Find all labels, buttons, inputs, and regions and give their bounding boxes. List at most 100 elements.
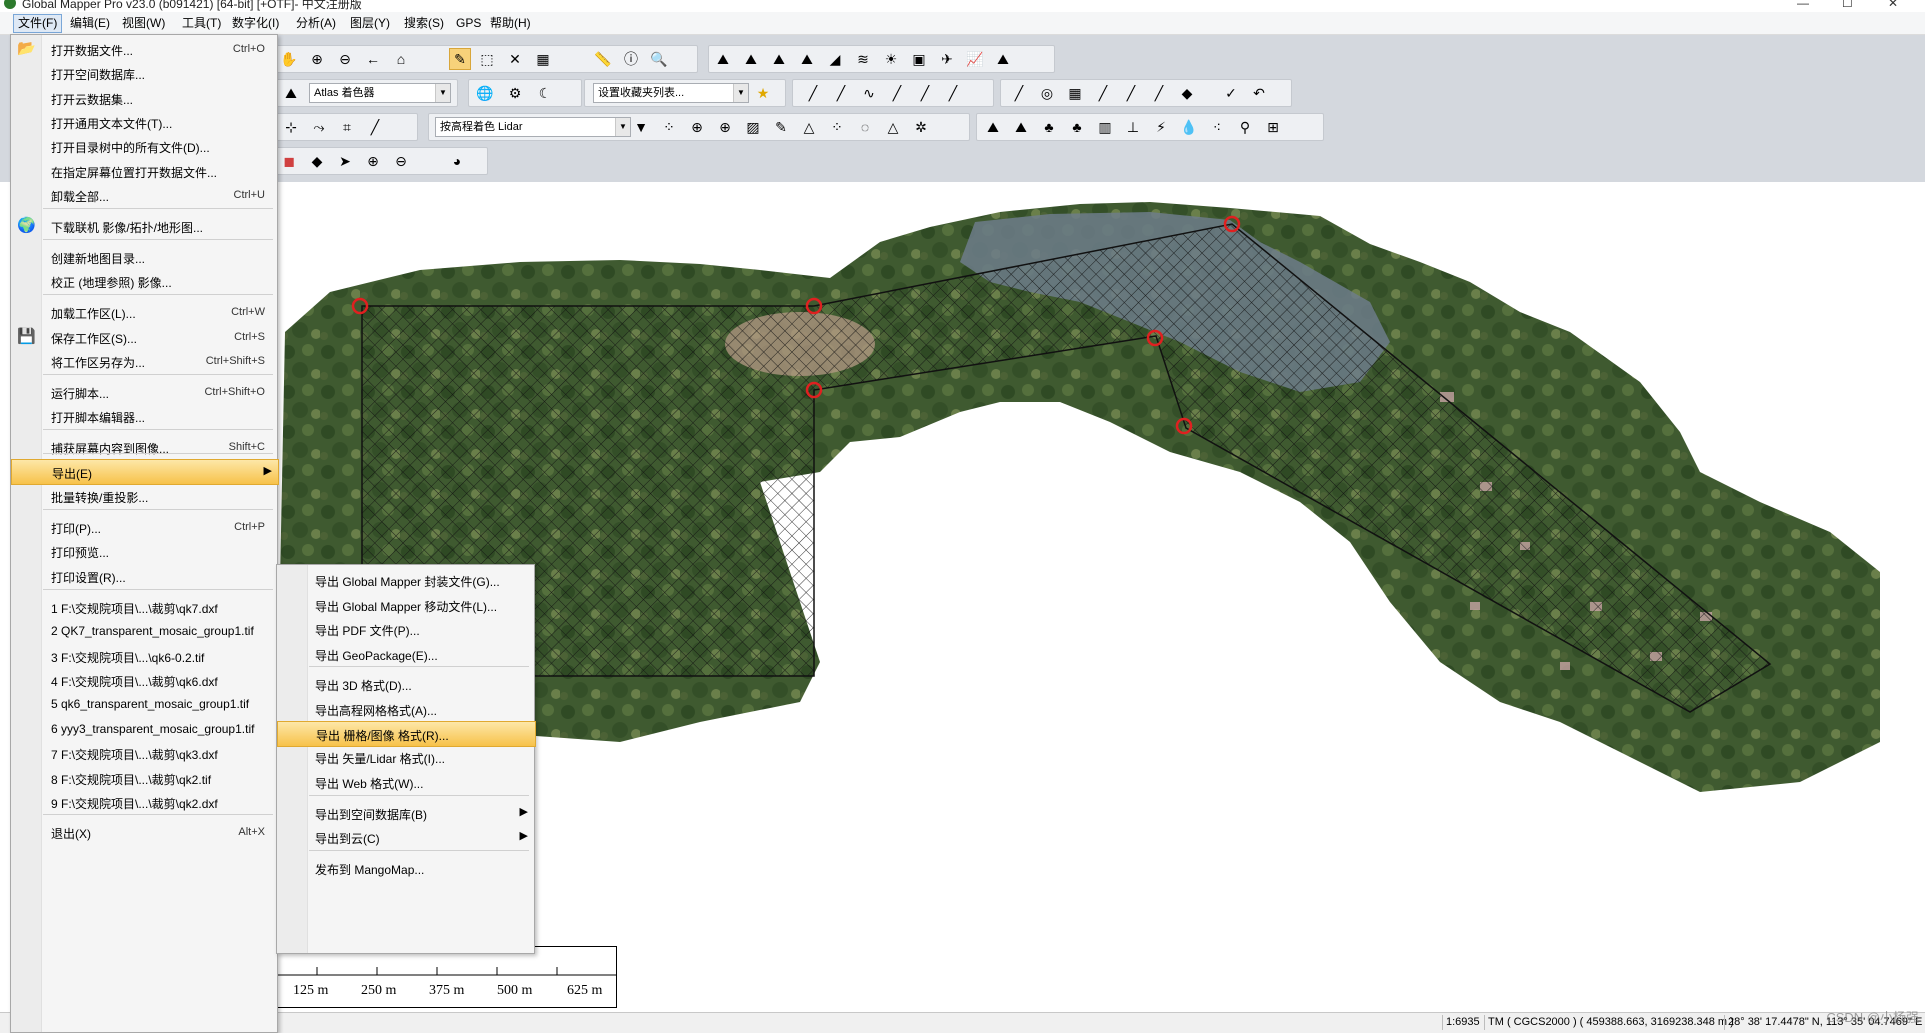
export-submenu-item[interactable]: 导出到空间数据库(B) ▶ bbox=[277, 801, 534, 825]
export-submenu-item[interactable]: 导出 3D 格式(D)... bbox=[277, 672, 534, 696]
draw-edit-icon[interactable]: ╱ bbox=[943, 83, 963, 103]
gps-stop-icon[interactable]: ◼ bbox=[279, 151, 299, 171]
menu-help[interactable]: 帮助(H) bbox=[486, 15, 535, 32]
class-low-veg-icon[interactable]: ♣ bbox=[1039, 117, 1059, 137]
zoom-in-icon[interactable]: ⊕ bbox=[307, 49, 327, 69]
menu-view[interactable]: 视图(W) bbox=[118, 15, 169, 32]
class-pole-icon[interactable]: ⊥ bbox=[1123, 117, 1143, 137]
lidar-search-icon[interactable]: ⊕ bbox=[715, 117, 735, 137]
file-menu-item[interactable]: 捕获屏幕内容到图像... Shift+C bbox=[11, 435, 277, 459]
file-menu-item[interactable]: 导出(E) ▶ bbox=[11, 459, 279, 485]
menu-file[interactable]: 文件(F) bbox=[13, 14, 63, 33]
file-menu-item[interactable]: 退出(X) Alt+X bbox=[11, 820, 277, 844]
shapes-icon[interactable]: ◆ bbox=[1177, 83, 1197, 103]
menu-search[interactable]: 搜索(S) bbox=[400, 15, 448, 32]
zoom-out-icon[interactable]: ⊖ bbox=[335, 49, 355, 69]
export-submenu-item[interactable]: 发布到 MangoMap... bbox=[277, 856, 534, 880]
class-ground-icon[interactable]: ⛰ bbox=[1011, 117, 1031, 137]
feature-info-icon[interactable]: ⓘ bbox=[621, 49, 641, 69]
file-menu-item[interactable]: 打开空间数据库... bbox=[11, 61, 277, 85]
gps-vessel-icon[interactable]: ◆ bbox=[307, 151, 327, 171]
gps-add-icon[interactable]: ⊕ bbox=[363, 151, 383, 171]
file-menu-item[interactable]: 🌍 下载联机 影像/拓扑/地形图... bbox=[11, 214, 277, 238]
file-menu-item[interactable]: 4 F:\交规院项目\...\裁剪\qk6.dxf bbox=[11, 668, 277, 692]
class-key-icon[interactable]: ⚲ bbox=[1235, 117, 1255, 137]
class-water-icon[interactable]: 💧 bbox=[1179, 117, 1199, 137]
file-menu-item[interactable]: 创建新地图目录... bbox=[11, 245, 277, 269]
lidar-edit-icon[interactable]: ✎ bbox=[771, 117, 791, 137]
delete-x-icon[interactable]: ✕ bbox=[505, 49, 525, 69]
shader-combo[interactable]: Atlas 着色器 ▼ bbox=[309, 83, 451, 103]
feature-tool-2-icon[interactable]: ╱ bbox=[1121, 83, 1141, 103]
lidar-query-icon[interactable]: ⁘ bbox=[659, 117, 679, 137]
lidar-dots-icon[interactable]: ⁘ bbox=[827, 117, 847, 137]
file-menu-item[interactable]: 运行脚本... Ctrl+Shift+O bbox=[11, 380, 277, 404]
plane-icon[interactable]: ✈ bbox=[937, 49, 957, 69]
feature-tool-3-icon[interactable]: ╱ bbox=[1149, 83, 1169, 103]
path-profile-icon[interactable]: ⛰ bbox=[741, 49, 761, 69]
watershed-icon[interactable]: ≋ bbox=[853, 49, 873, 69]
person-terrain-icon[interactable]: ⛰ bbox=[993, 49, 1013, 69]
gps-remove-icon[interactable]: ⊖ bbox=[391, 151, 411, 171]
lidar-color-combo[interactable]: 按高程着色 Lidar ▼ bbox=[435, 117, 631, 137]
terrain-profile-icon[interactable]: ⛰ bbox=[713, 49, 733, 69]
export-submenu-item[interactable]: 导出 Global Mapper 移动文件(L)... bbox=[277, 593, 534, 617]
file-menu-item[interactable]: 打开目录树中的所有文件(D)... bbox=[11, 134, 277, 158]
class-building-icon[interactable]: ▥ bbox=[1095, 117, 1115, 137]
class-tree-icon[interactable]: ♣ bbox=[1067, 117, 1087, 137]
view-shed-icon[interactable]: ◢ bbox=[825, 49, 845, 69]
export-submenu-item[interactable]: 导出 Global Mapper 封装文件(G)... bbox=[277, 568, 534, 592]
menu-tools[interactable]: 工具(T) bbox=[178, 15, 225, 32]
file-menu-item[interactable]: 📂 打开数据文件... Ctrl+O bbox=[11, 37, 277, 61]
file-menu-item[interactable]: 将工作区另存为... Ctrl+Shift+S bbox=[11, 349, 277, 373]
file-menu-item[interactable]: 1 F:\交规院项目\...\裁剪\qk7.dxf bbox=[11, 595, 277, 619]
favorites-combo[interactable]: 设置收藏夹列表... ▼ bbox=[593, 83, 749, 103]
file-menu-item[interactable]: 3 F:\交规院项目\...\qk6-0.2.tif bbox=[11, 644, 277, 668]
filter-icon[interactable]: ▼ bbox=[631, 117, 651, 137]
file-menu-item[interactable]: 打开通用文本文件(T)... bbox=[11, 110, 277, 134]
moon-icon[interactable]: ☾ bbox=[535, 83, 555, 103]
lidar-noise-icon[interactable]: ✲ bbox=[911, 117, 931, 137]
globe-3d-icon[interactable]: 🌐 bbox=[475, 83, 495, 103]
draw-vertex-icon[interactable]: ╱ bbox=[915, 83, 935, 103]
menu-layer[interactable]: 图层(Y) bbox=[346, 15, 394, 32]
chart-icon[interactable]: 📈 bbox=[965, 49, 985, 69]
image-icon[interactable]: ▣ bbox=[909, 49, 929, 69]
export-submenu-item[interactable]: 导出到云(C) ▶ bbox=[277, 825, 534, 849]
lidar-select-icon[interactable]: ⊹ bbox=[281, 117, 301, 137]
file-menu-item[interactable]: 5 qk6_transparent_mosaic_group1.tif bbox=[11, 692, 277, 716]
gps-track-icon[interactable]: ➤ bbox=[335, 151, 355, 171]
file-menu-item[interactable]: 9 F:\交规院项目\...\裁剪\qk2.dxf bbox=[11, 790, 277, 814]
export-submenu-item[interactable]: 导出 栅格/图像 格式(R)... bbox=[277, 721, 536, 747]
file-menu-item[interactable]: 加载工作区(L)... Ctrl+W bbox=[11, 300, 277, 324]
export-submenu-item[interactable]: 导出 PDF 文件(P)... bbox=[277, 617, 534, 641]
back-arrow-icon[interactable]: ← bbox=[363, 49, 383, 69]
favorite-star-icon[interactable]: ★ bbox=[753, 83, 773, 103]
home-icon[interactable]: ⌂ bbox=[391, 49, 411, 69]
class-noise-icon[interactable]: ⁖ bbox=[1207, 117, 1227, 137]
lidar-zoom-icon[interactable]: ⊕ bbox=[687, 117, 707, 137]
draw-curve-icon[interactable]: ∿ bbox=[859, 83, 879, 103]
contour-icon[interactable]: ⛰ bbox=[769, 49, 789, 69]
file-menu-item[interactable]: 2 QK7_transparent_mosaic_group1.tif bbox=[11, 619, 277, 643]
file-menu-item[interactable]: 打印预览... bbox=[11, 539, 277, 563]
menu-digitize[interactable]: 数字化(I) bbox=[228, 15, 283, 32]
target-icon[interactable]: ◎ bbox=[1037, 83, 1057, 103]
export-submenu-item[interactable]: 导出 矢量/Lidar 格式(I)... bbox=[277, 745, 534, 769]
find-icon[interactable]: 🔍 bbox=[649, 49, 669, 69]
undo-edit-icon[interactable]: ↶ bbox=[1249, 83, 1269, 103]
shader-mountain-icon[interactable]: ⛰ bbox=[281, 83, 301, 103]
file-menu-item[interactable]: 打开脚本编辑器... bbox=[11, 404, 277, 428]
menu-analysis[interactable]: 分析(A) bbox=[292, 15, 340, 32]
sun-icon[interactable]: ☀ bbox=[881, 49, 901, 69]
class-split-icon[interactable]: ⊞ bbox=[1263, 117, 1283, 137]
file-menu-item[interactable]: 校正 (地理参照) 影像... bbox=[11, 269, 277, 293]
check-edit-icon[interactable]: ✓ bbox=[1221, 83, 1241, 103]
close-button[interactable]: ✕ bbox=[1888, 0, 1898, 10]
file-menu-item[interactable]: 打开云数据集... bbox=[11, 86, 277, 110]
digitizer-pencil-icon[interactable]: ✎ bbox=[449, 48, 471, 70]
lidar-classify-icon[interactable]: △ bbox=[883, 117, 903, 137]
file-menu-item[interactable]: 8 F:\交规院项目\...\裁剪\qk2.tif bbox=[11, 766, 277, 790]
file-menu-item[interactable]: 打印设置(R)... bbox=[11, 564, 277, 588]
lidar-ruler-icon[interactable]: ╱ bbox=[365, 117, 385, 137]
